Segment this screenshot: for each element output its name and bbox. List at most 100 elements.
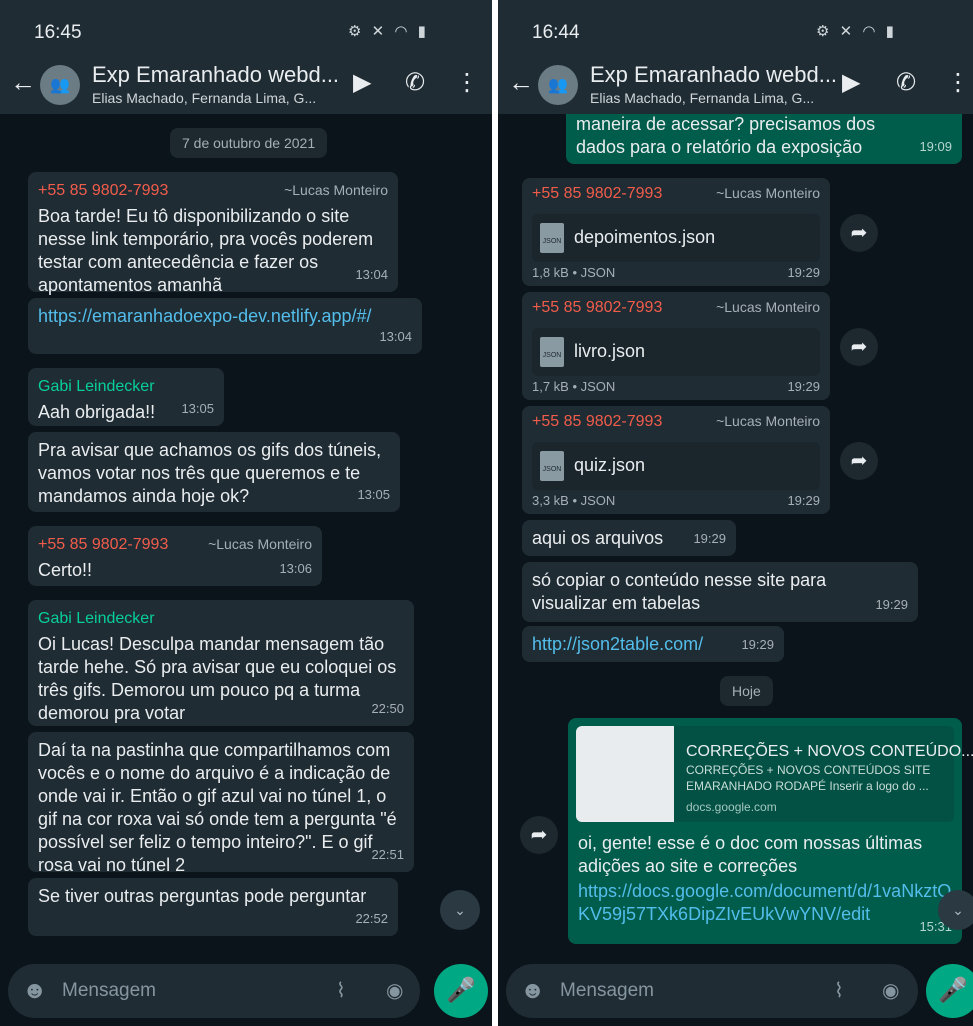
message-time: 13:05 — [181, 401, 214, 416]
chat-members[interactable]: Elias Machado, Fernanda Lima, G... — [92, 90, 316, 106]
json-file-icon: JSON — [540, 451, 564, 481]
sender-number: +55 85 9802-7993 — [532, 299, 663, 316]
message-time: 19:29 — [693, 531, 726, 546]
link-preview[interactable]: CORREÇÕES + NOVOS CONTEÚDO... CORREÇÕES … — [576, 726, 973, 822]
message-bubble[interactable]: Gabi Leindecker Oi Lucas! Desculpa manda… — [28, 600, 414, 726]
message-input[interactable]: Mensagem — [62, 980, 156, 1002]
chat-title[interactable]: Exp Emaranhado webd... — [92, 62, 339, 88]
message-text: Se tiver outras perguntas pode perguntar — [38, 886, 367, 906]
message-bubble[interactable]: +55 85 9802-7993 ~Lucas Monteiro Certo!!… — [28, 526, 322, 586]
message-time: 19:29 — [787, 379, 820, 394]
message-link[interactable]: https://docs.google.com/document/d/1vaNk… — [578, 880, 952, 926]
chat-messages[interactable]: 7 de outubro de 2021 +55 85 9802-7993 ~L… — [0, 114, 492, 960]
message-time: 13:04 — [379, 329, 412, 344]
attach-icon[interactable]: ⌇ — [834, 978, 844, 1003]
message-text: oi, gente! esse é o doc com nossas últim… — [578, 833, 923, 876]
link-preview-description: CORREÇÕES + NOVOS CONTEÚDOS SITE EMARANH… — [686, 763, 931, 793]
document-attachment[interactable]: JSON livro.json — [532, 328, 820, 376]
mic-icon: 🎤 — [938, 977, 968, 1004]
video-call-icon[interactable]: ▶ — [353, 68, 371, 97]
message-text: Boa tarde! Eu tô disponibilizando o site… — [38, 206, 374, 295]
message-composer[interactable]: ☻ Mensagem ⌇ ◉ — [506, 964, 918, 1018]
sender-number: +55 85 9802-7993 — [38, 182, 169, 199]
camera-icon[interactable]: ◉ — [386, 978, 403, 1003]
mic-button[interactable]: 🎤 — [434, 964, 488, 1018]
message-time: 22:50 — [371, 701, 404, 716]
forward-button[interactable]: ➦ — [840, 214, 878, 252]
forward-button[interactable]: ➦ — [840, 442, 878, 480]
chat-title[interactable]: Exp Emaranhado webd... — [590, 62, 837, 88]
json-file-icon: JSON — [540, 337, 564, 367]
message-bubble[interactable]: Se tiver outras perguntas pode perguntar… — [28, 878, 398, 936]
mic-icon: 🎤 — [446, 977, 476, 1004]
date-chip: Hoje — [720, 676, 773, 706]
message-bubble[interactable]: só copiar o conteúdo nesse site para vis… — [522, 562, 918, 622]
forward-button[interactable]: ➦ — [840, 328, 878, 366]
group-avatar[interactable]: 👥 — [538, 65, 578, 105]
sender-name: Gabi Leindecker — [38, 610, 155, 627]
scroll-down-button[interactable]: ⌄ — [440, 890, 480, 930]
document-message[interactable]: +55 85 9802-7993 ~Lucas Monteiro JSON qu… — [522, 406, 830, 514]
emoji-icon[interactable]: ☻ — [520, 977, 545, 1005]
forward-icon: ➦ — [850, 222, 868, 244]
message-bubble-outgoing[interactable]: maneira de acessar? precisamos dos dados… — [566, 114, 962, 164]
message-time: 19:29 — [875, 597, 908, 612]
message-bubble[interactable]: aqui os arquivos 19:29 — [522, 520, 736, 556]
sender-number: +55 85 9802-7993 — [38, 536, 169, 553]
chat-messages[interactable]: maneira de acessar? precisamos dos dados… — [498, 114, 973, 960]
document-meta: 1,7 kB • JSON — [532, 379, 616, 394]
chevron-down-icon: ⌄ — [952, 902, 964, 918]
message-bubble[interactable]: Gabi Leindecker Aah obrigada!! 13:05 — [28, 368, 224, 426]
sender-name: Gabi Leindecker — [38, 378, 155, 395]
status-bar: 16:45 ⚙ ✕ ◠ ▮ — [0, 0, 492, 56]
message-time: 22:51 — [371, 847, 404, 862]
voice-call-icon[interactable]: ✆ — [405, 68, 425, 97]
status-bar: 16:44 ⚙ ✕ ◠ ▮ — [498, 0, 973, 56]
camera-icon[interactable]: ◉ — [882, 978, 899, 1003]
back-arrow-icon[interactable]: ← — [10, 67, 36, 98]
message-text: Pra avisar que achamos os gifs dos túnei… — [38, 440, 382, 506]
message-input[interactable]: Mensagem — [560, 980, 654, 1002]
message-text: Daí ta na pastinha que compartilhamos co… — [38, 740, 397, 875]
message-link[interactable]: https://emaranhadoexpo-dev.netlify.app/#… — [38, 305, 412, 328]
document-filename: quiz.json — [574, 455, 646, 475]
group-icon: 👥 — [50, 77, 70, 94]
group-avatar[interactable]: 👥 — [40, 65, 80, 105]
video-call-icon[interactable]: ▶ — [842, 68, 860, 97]
menu-icon[interactable]: ⋮ — [455, 68, 479, 97]
json-file-icon: JSON — [540, 223, 564, 253]
chevron-down-icon: ⌄ — [454, 902, 466, 918]
document-attachment[interactable]: JSON depoimentos.json — [532, 214, 820, 262]
document-attachment[interactable]: JSON quiz.json — [532, 442, 820, 490]
document-meta: 1,8 kB • JSON — [532, 265, 616, 280]
message-bubble[interactable]: Daí ta na pastinha que compartilhamos co… — [28, 732, 414, 875]
emoji-icon[interactable]: ☻ — [22, 977, 47, 1005]
forward-icon: ➦ — [530, 824, 548, 846]
voice-call-icon[interactable]: ✆ — [896, 68, 916, 97]
message-time: 19:09 — [919, 139, 952, 154]
message-time: 19:29 — [787, 493, 820, 508]
forward-button[interactable]: ➦ — [520, 816, 558, 854]
sender-name: ~Lucas Monteiro — [716, 185, 820, 201]
message-bubble-outgoing[interactable]: CORREÇÕES + NOVOS CONTEÚDO... CORREÇÕES … — [568, 718, 973, 944]
back-arrow-icon[interactable]: ← — [508, 67, 534, 98]
message-bubble[interactable]: Pra avisar que achamos os gifs dos túnei… — [28, 432, 400, 512]
message-composer[interactable]: ☻ Mensagem ⌇ ◉ — [8, 964, 420, 1018]
attach-icon[interactable]: ⌇ — [336, 978, 346, 1003]
document-message[interactable]: +55 85 9802-7993 ~Lucas Monteiro JSON de… — [522, 178, 830, 286]
status-system-icons: ⚙ ✕ ◠ ▮ — [348, 23, 429, 40]
message-bubble[interactable]: http://json2table.com/ 19:29 — [522, 626, 784, 662]
document-filename: livro.json — [574, 341, 646, 361]
message-time: 19:29 — [741, 637, 774, 652]
mic-button[interactable]: 🎤 — [926, 964, 973, 1018]
document-message[interactable]: +55 85 9802-7993 ~Lucas Monteiro JSON li… — [522, 292, 830, 400]
message-link[interactable]: http://json2table.com/ — [532, 633, 774, 656]
menu-icon[interactable]: ⋮ — [946, 68, 970, 97]
group-icon: 👥 — [548, 77, 568, 94]
scroll-down-button[interactable]: ⌄ — [938, 890, 973, 930]
message-bubble[interactable]: +55 85 9802-7993 ~Lucas Monteiro Boa tar… — [28, 172, 398, 295]
chat-members[interactable]: Elias Machado, Fernanda Lima, G... — [590, 90, 814, 106]
chat-header: ← 👥 Exp Emaranhado webd... Elias Machado… — [498, 56, 973, 114]
left-phone-screen: 16:45 ⚙ ✕ ◠ ▮ ← 👥 Exp Emaranhado webd...… — [0, 0, 492, 1026]
message-bubble[interactable]: https://emaranhadoexpo-dev.netlify.app/#… — [28, 298, 422, 354]
